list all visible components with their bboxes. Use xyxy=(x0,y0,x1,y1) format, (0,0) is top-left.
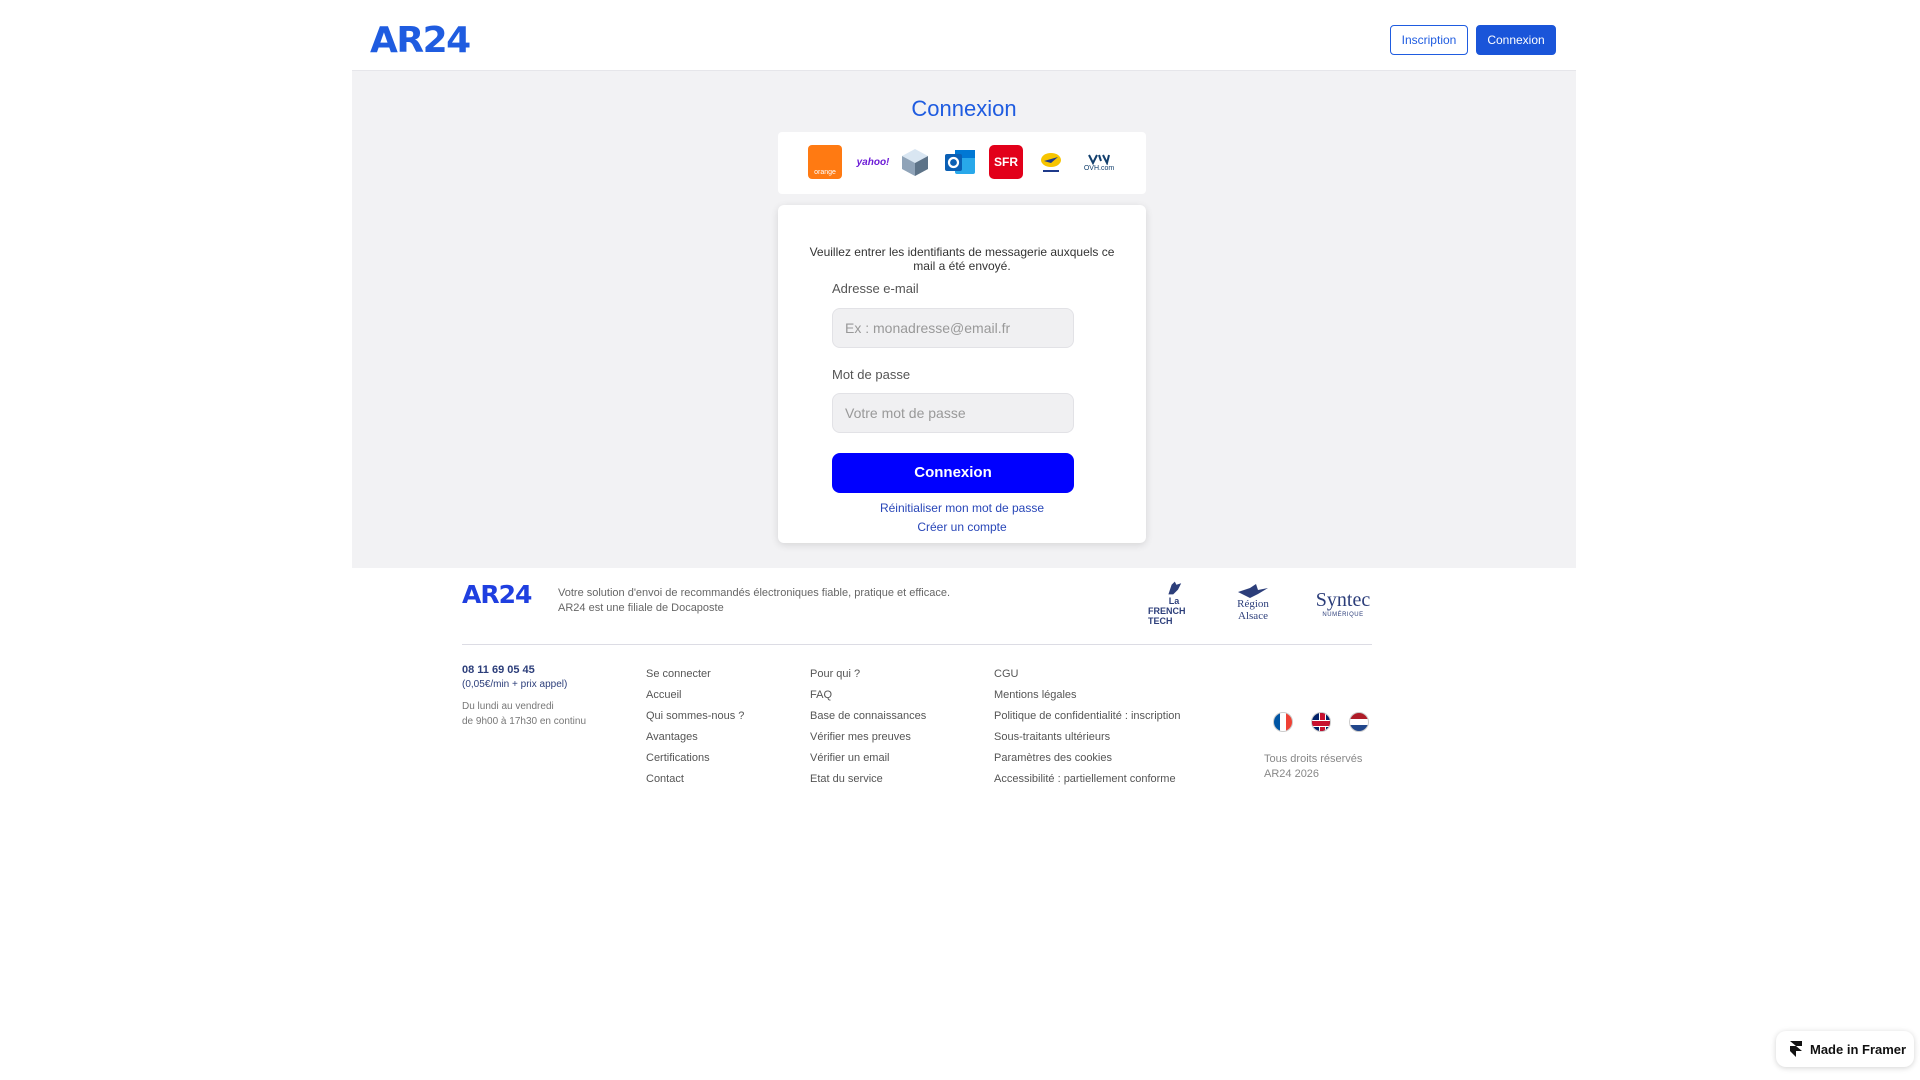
footer-link-sous-traitants[interactable]: Sous-traitants ultérieurs xyxy=(994,727,1181,748)
password-field[interactable]: Votre mot de passe xyxy=(832,393,1074,433)
footer-link-accueil[interactable]: Accueil xyxy=(646,685,744,706)
reset-password-link[interactable]: Réinitialiser mon mot de passe xyxy=(778,501,1146,515)
rights-line-1: Tous droits réservés xyxy=(1264,753,1363,765)
syntec-label: Syntec xyxy=(1315,588,1371,611)
footer-link-etat-service[interactable]: Etat du service xyxy=(810,769,926,790)
ovh-logo-icon: OVH.com xyxy=(1079,145,1119,179)
footer-link-certifications[interactable]: Certifications xyxy=(646,748,744,769)
flag-nl-icon[interactable] xyxy=(1349,712,1369,732)
footer-link-base-connaissances[interactable]: Base de connaissances xyxy=(810,706,926,727)
footer-link-verifier-email[interactable]: Vérifier un email xyxy=(810,748,926,769)
tagline-line-1: Votre solution d'envoi de recommandés él… xyxy=(558,587,951,599)
language-switcher xyxy=(1273,712,1369,732)
flag-uk-icon[interactable] xyxy=(1311,712,1331,732)
rooster-icon xyxy=(1168,581,1182,595)
french-tech-label-1: La xyxy=(1168,596,1180,606)
outlook-logo-icon xyxy=(943,145,977,179)
french-tech-logo: La FRENCH TECH xyxy=(1148,580,1200,626)
flag-fr-icon[interactable] xyxy=(1273,712,1293,732)
footer-links-col-2: Pour qui ? FAQ Base de connaissances Vér… xyxy=(810,664,926,790)
alsace-label: Alsace xyxy=(1238,610,1268,622)
footer-link-mentions-legales[interactable]: Mentions légales xyxy=(994,685,1181,706)
rights-line-2: AR24 2026 xyxy=(1264,768,1320,780)
footer-link-parametres-cookies[interactable]: Paramètres des cookies xyxy=(994,748,1181,769)
footer-link-cgu[interactable]: CGU xyxy=(994,664,1181,685)
hours-line-1: Du lundi au vendredi xyxy=(462,701,554,712)
top-header: AR24 Inscription Connexion xyxy=(352,0,1576,71)
create-account-link[interactable]: Créer un compte xyxy=(778,520,1146,534)
orange-logo-icon: orange xyxy=(808,145,842,179)
syntec-logo: Syntec NUMÉRIQUE xyxy=(1312,580,1374,626)
password-label: Mot de passe xyxy=(832,367,911,382)
footer-link-faq[interactable]: FAQ xyxy=(810,685,926,706)
ar24-logo[interactable]: AR24 xyxy=(370,20,471,62)
contact-phone[interactable]: 08 11 69 05 45 xyxy=(462,664,535,676)
ovh-label: OVH.com xyxy=(1083,164,1115,172)
connexion-header-button[interactable]: Connexion xyxy=(1476,25,1556,55)
connexion-submit-button[interactable]: Connexion xyxy=(832,453,1074,493)
footer-link-accessibilite[interactable]: Accessibilité : partiellement conforme xyxy=(994,769,1181,790)
page-title: Connexion xyxy=(911,96,1017,121)
footer-link-se-connecter[interactable]: Se connecter xyxy=(646,664,744,685)
sfr-logo-icon: SFR xyxy=(989,145,1023,179)
inscription-button[interactable]: Inscription xyxy=(1390,25,1468,55)
footer-logo[interactable]: AR24 xyxy=(462,580,532,609)
footer-links-col-3: CGU Mentions légales Politique de confid… xyxy=(994,664,1181,790)
footer-link-pour-qui[interactable]: Pour qui ? xyxy=(810,664,926,685)
login-section: Connexion orange yahoo! SFR OVH.com Veui… xyxy=(352,71,1576,568)
region-label: Région xyxy=(1237,598,1269,610)
framer-badge-label: Made in Framer xyxy=(1810,1041,1907,1057)
yahoo-logo-icon: yahoo! xyxy=(856,156,890,168)
numerique-label: NUMÉRIQUE xyxy=(1322,611,1364,618)
framer-logo-icon xyxy=(1790,1041,1802,1057)
contact-hours: Du lundi au vendredi de 9h00 à 17h30 en … xyxy=(462,699,586,729)
region-alsace-logo: Région Alsace xyxy=(1228,580,1278,626)
footer-tagline: Votre solution d'envoi de recommandés él… xyxy=(558,586,950,616)
tagline-line-2: AR24 est une filiale de Docaposte xyxy=(558,602,724,614)
login-instructions: Veuillez entrer les identifiants de mess… xyxy=(809,245,1115,273)
footer-link-qui-sommes-nous[interactable]: Qui sommes-nous ? xyxy=(646,706,744,727)
footer-link-avantages[interactable]: Avantages xyxy=(646,727,744,748)
email-field[interactable]: Ex : monadresse@email.fr xyxy=(832,308,1074,348)
laposte-logo-icon xyxy=(1034,145,1068,179)
footer-links-col-1: Se connecter Accueil Qui sommes-nous ? A… xyxy=(646,664,744,790)
made-in-framer-badge[interactable]: Made in Framer xyxy=(1776,1031,1914,1067)
footer-link-verifier-preuves[interactable]: Vérifier mes preuves xyxy=(810,727,926,748)
login-card: Veuillez entrer les identifiants de mess… xyxy=(778,205,1146,543)
hours-line-2: de 9h00 à 17h30 en continu xyxy=(462,716,586,727)
email-providers-strip: orange yahoo! SFR OVH.com xyxy=(778,132,1146,194)
footer-divider xyxy=(462,644,1372,645)
email-label: Adresse e-mail xyxy=(832,281,919,296)
mail-cube-logo-icon xyxy=(898,145,932,179)
copyright: Tous droits réservés AR24 2026 xyxy=(1264,752,1362,782)
footer-link-contact[interactable]: Contact xyxy=(646,769,744,790)
footer-link-politique-confidentialite[interactable]: Politique de confidentialité : inscripti… xyxy=(994,706,1181,727)
contact-price: (0,05€/min + prix appel) xyxy=(462,679,568,690)
french-tech-label-2: FRENCH TECH xyxy=(1148,606,1186,626)
stork-icon xyxy=(1238,584,1268,598)
